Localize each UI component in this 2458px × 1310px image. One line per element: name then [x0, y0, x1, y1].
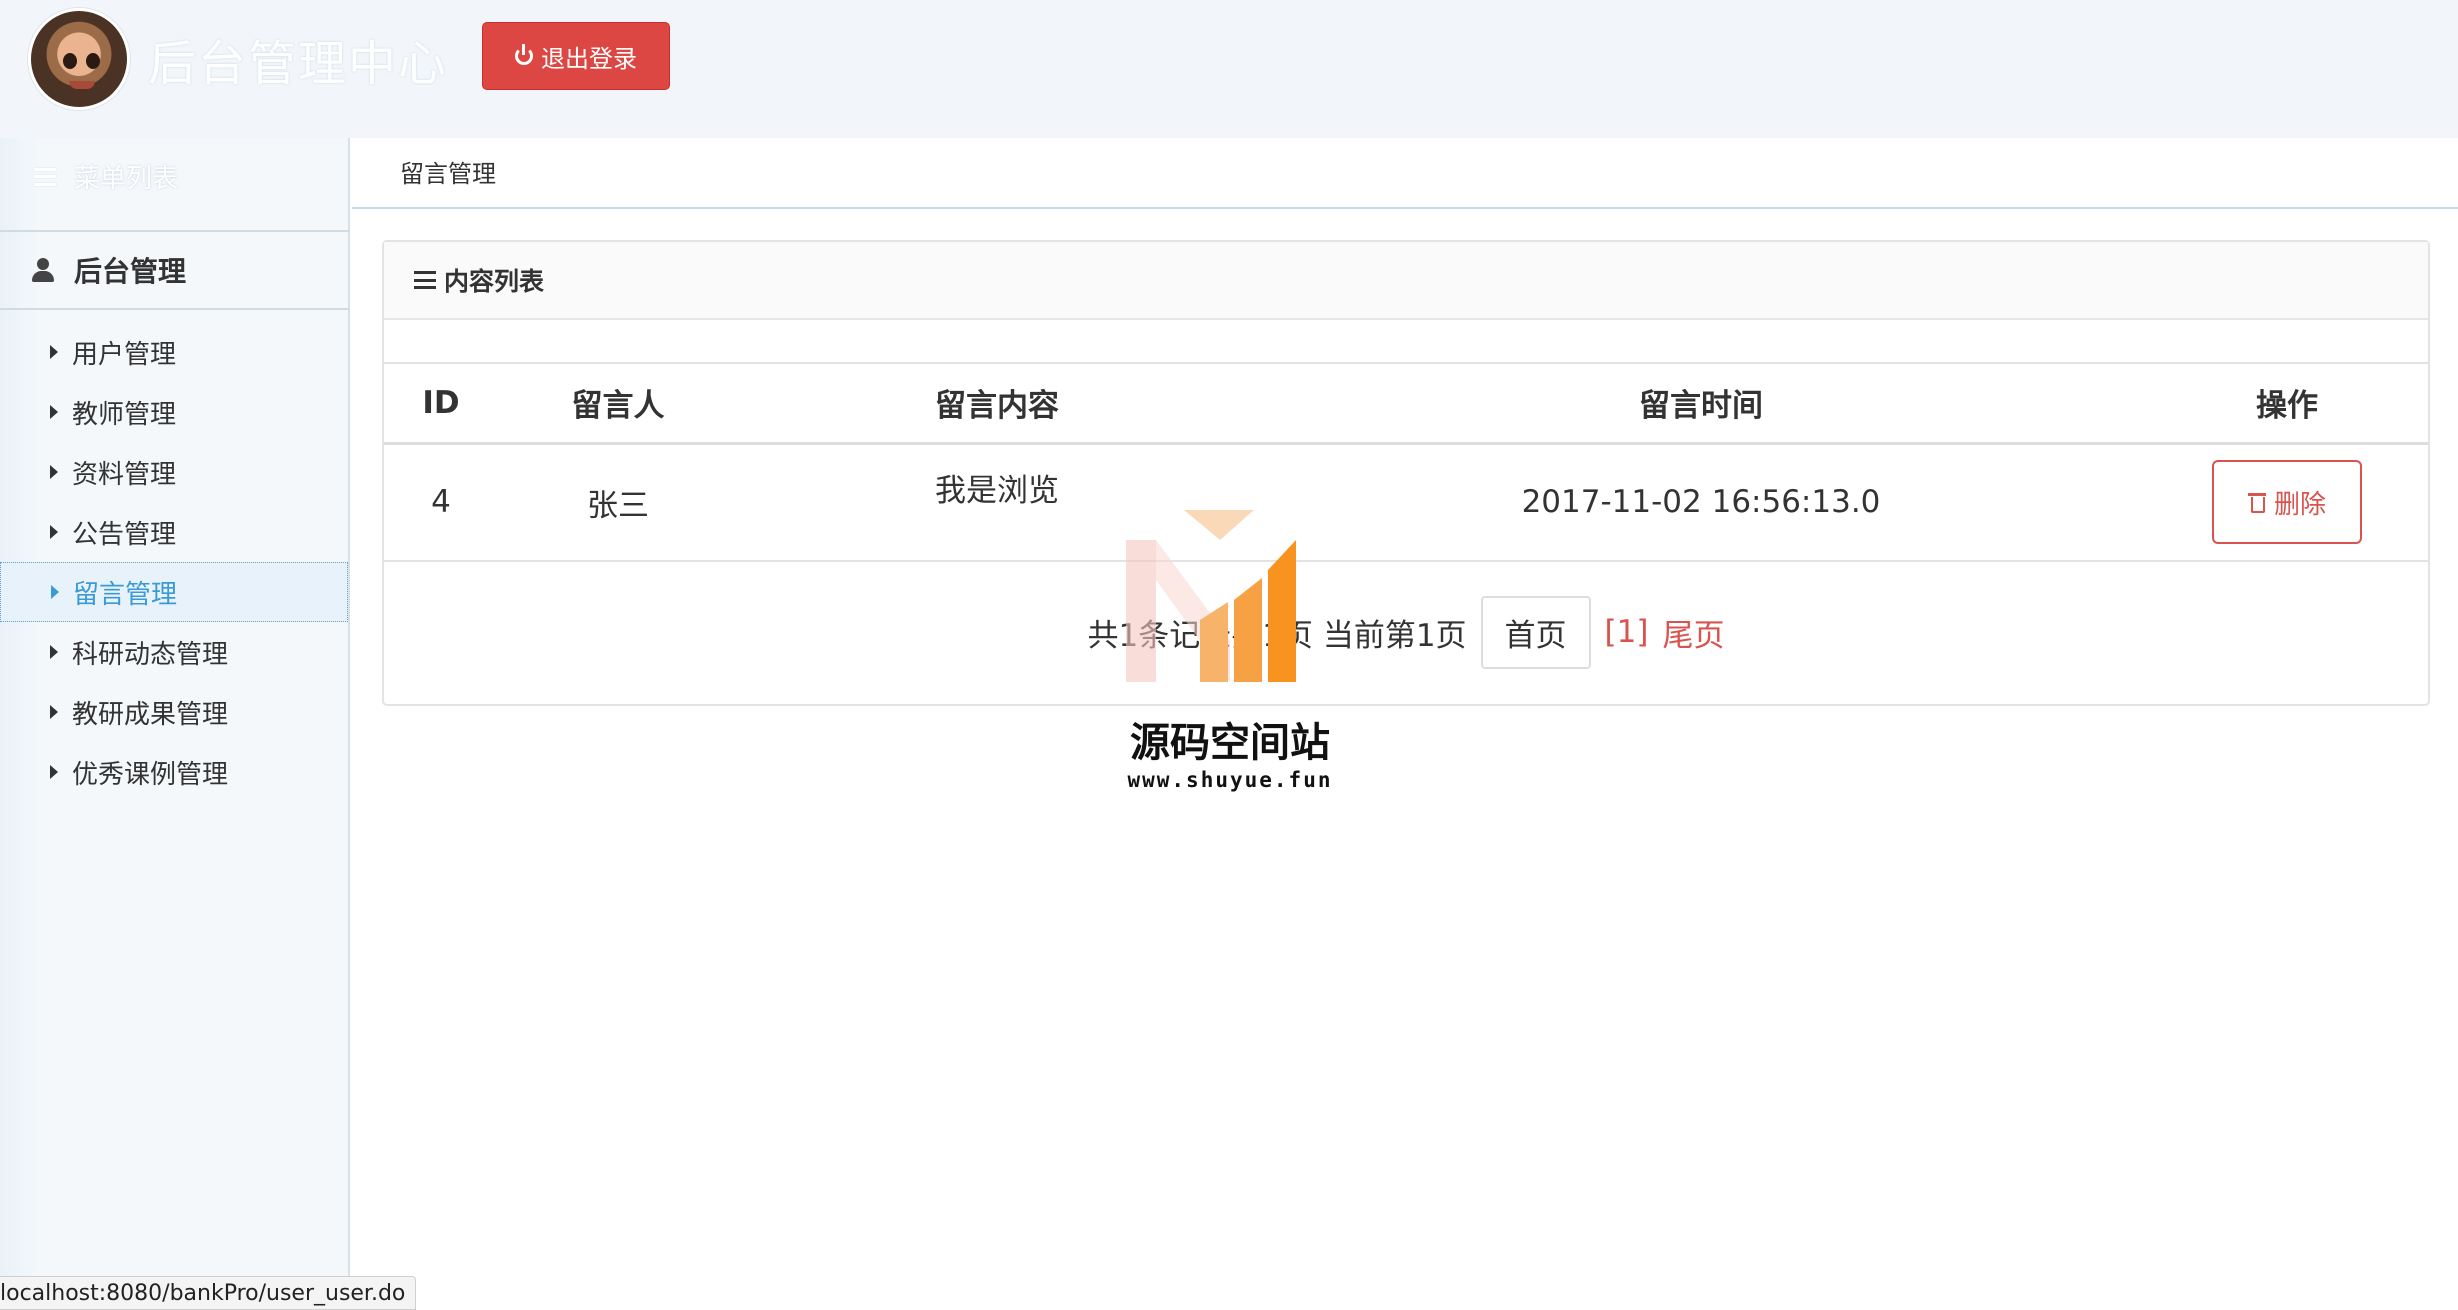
avatar: [28, 8, 130, 110]
column-header-id: ID: [384, 362, 498, 445]
panel-heading: 内容列表: [384, 242, 2428, 320]
sidebar-item-label: 科研动态管理: [72, 639, 229, 670]
column-header-time: 留言时间: [1256, 362, 2146, 445]
sidebar-nav: 用户管理 教师管理 资料管理 公告管理 留言管理 科研动态管理 教研成果管理 优…: [0, 322, 350, 802]
table-header-row: ID 留言人 留言内容 留言时间 操作: [384, 362, 2428, 445]
sidebar-item-label: 公告管理: [72, 519, 177, 550]
cell-action: 删除: [2146, 443, 2428, 562]
caret-right-icon: [50, 345, 58, 359]
breadcrumb: 留言管理: [400, 160, 496, 188]
first-page-button[interactable]: 首页: [1480, 595, 1591, 669]
sidebar-item-research-news[interactable]: 科研动态管理: [0, 622, 350, 682]
cell-id: 4: [384, 443, 498, 562]
sidebar-item-research-results[interactable]: 教研成果管理: [0, 682, 350, 742]
sidebar-item-label: 资料管理: [72, 459, 177, 490]
sidebar-item-label: 留言管理: [73, 579, 178, 610]
trash-icon: [2247, 491, 2266, 514]
sidebar-item-announcements[interactable]: 公告管理: [0, 502, 350, 562]
pagination: 共1条记录共1页 当前第1页 首页 [1] 尾页: [384, 594, 2428, 670]
sidebar: 菜单列表 后台管理 用户管理 教师管理 资料管理 公告管理 留言管理 科研动态管…: [0, 138, 350, 1310]
bars-icon: [414, 271, 436, 289]
column-header-author: 留言人: [498, 362, 738, 445]
cell-time: 2017-11-02 16:56:13.0: [1256, 443, 2146, 562]
current-page-indicator: [1]: [1604, 614, 1649, 650]
delete-label: 删除: [2273, 489, 2326, 520]
column-header-action: 操作: [2146, 362, 2428, 445]
table-row: 4 张三 我是浏览 2017-11-02 16:56:13.0 删除: [384, 443, 2428, 562]
divider: [352, 207, 2458, 209]
last-page-link[interactable]: 尾页: [1662, 610, 1724, 655]
caret-right-icon: [50, 525, 58, 539]
menu-list-title: 菜单列表: [34, 158, 178, 195]
sidebar-item-label: 用户管理: [72, 339, 177, 370]
menu-list-label: 菜单列表: [74, 164, 179, 194]
pagination-summary: 共1条记录共1页 当前第1页: [1087, 617, 1467, 654]
watermark-url: www.shuyue.fun: [1127, 768, 1333, 792]
watermark-name: 源码空间站: [1130, 720, 1330, 766]
caret-right-icon: [50, 765, 58, 779]
sidebar-item-label: 教师管理: [72, 399, 177, 430]
sidebar-item-lessons[interactable]: 优秀课例管理: [0, 742, 350, 802]
sidebar-group-label: 后台管理: [74, 255, 187, 288]
logout-button[interactable]: 退出登录: [482, 22, 670, 90]
app-title: 后台管理中心: [148, 36, 449, 92]
delete-button[interactable]: 删除: [2212, 460, 2362, 545]
avatar-eye-right: [86, 53, 100, 69]
top-header: 后台管理中心 退出登录: [0, 0, 2458, 138]
logout-label: 退出登录: [541, 44, 637, 73]
sidebar-item-teachers[interactable]: 教师管理: [0, 382, 350, 442]
cell-content: 我是浏览: [738, 443, 1256, 562]
sidebar-item-users[interactable]: 用户管理: [0, 322, 350, 382]
sidebar-item-label: 教研成果管理: [72, 699, 229, 730]
caret-right-icon: [50, 465, 58, 479]
avatar-eye-left: [63, 53, 77, 69]
panel-title: 内容列表: [444, 267, 545, 296]
sidebar-item-materials[interactable]: 资料管理: [0, 442, 350, 502]
status-bar-url: localhost:8080/bankPro/user_user.do: [0, 1276, 417, 1310]
sidebar-item-label: 优秀课例管理: [72, 759, 229, 790]
caret-right-icon: [50, 705, 58, 719]
sidebar-item-messages[interactable]: 留言管理: [0, 562, 348, 622]
user-icon: [32, 258, 54, 282]
message-table: ID 留言人 留言内容 留言时间 操作 4 张三 我是浏览 2017-11-02…: [384, 362, 2428, 562]
caret-right-icon: [51, 585, 59, 599]
cell-author: 张三: [498, 443, 738, 562]
list-icon: [34, 167, 56, 186]
power-icon: [515, 44, 533, 65]
caret-right-icon: [50, 645, 58, 659]
caret-right-icon: [50, 405, 58, 419]
content-panel: 内容列表 ID 留言人 留言内容 留言时间 操作 4 张三 我是浏览 2017-…: [382, 240, 2430, 706]
avatar-mouth: [69, 81, 95, 89]
column-header-content: 留言内容: [738, 362, 1256, 445]
sidebar-group-admin[interactable]: 后台管理: [0, 230, 350, 310]
